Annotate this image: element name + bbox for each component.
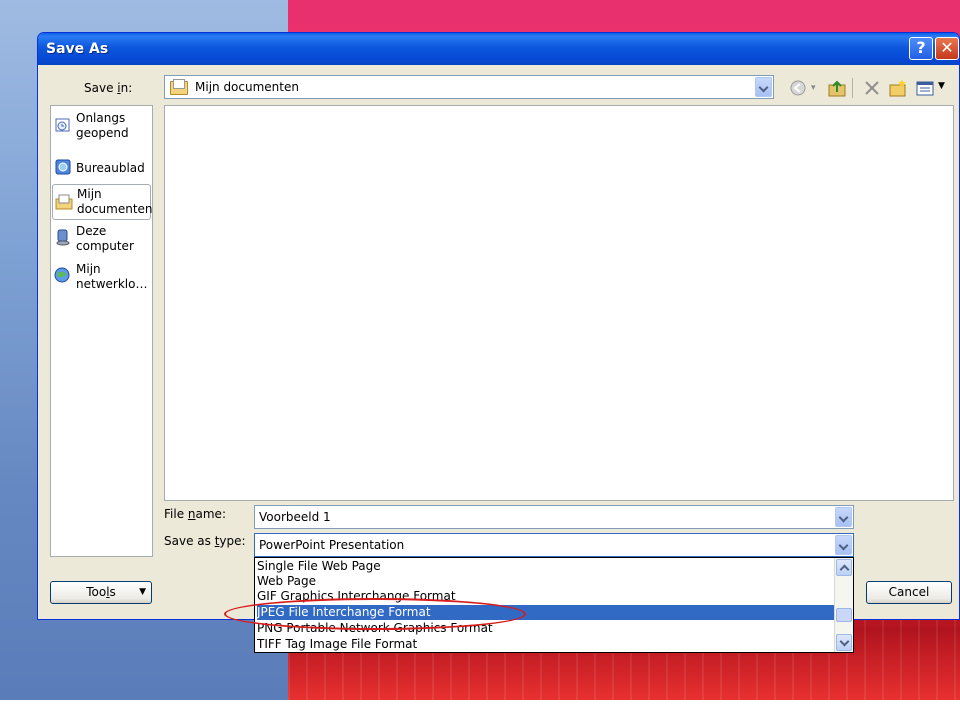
place-label: Deze computer <box>76 224 134 253</box>
chevron-down-icon[interactable] <box>755 77 772 97</box>
place-network[interactable]: Mijn netwerklo… <box>52 260 151 296</box>
highlight-annotation-ellipse <box>224 598 526 630</box>
save-as-type-select[interactable]: PowerPoint Presentation <box>254 533 854 557</box>
tools-button[interactable]: Tools ▼ <box>50 581 152 604</box>
cancel-button[interactable]: Cancel <box>866 581 952 604</box>
up-folder-icon[interactable] <box>827 78 847 98</box>
place-label: Bureaublad <box>76 161 145 175</box>
new-folder-icon[interactable] <box>888 78 908 98</box>
dropdown-option[interactable]: Single File Web Page <box>257 559 381 574</box>
my-documents-icon <box>55 194 73 210</box>
place-desktop[interactable]: Bureaublad <box>52 152 151 188</box>
desktop-icon <box>55 159 71 175</box>
help-button[interactable]: ? <box>909 37 933 60</box>
my-computer-icon <box>56 229 70 246</box>
tools-dropdown-icon: ▼ <box>139 587 146 597</box>
dropdown-scrollbar[interactable] <box>834 558 853 652</box>
toolbar-separator <box>852 78 853 98</box>
place-label: Onlangs geopend <box>76 111 129 140</box>
save-as-dialog: Save As ? ✕ Save in: Mijn documenten ▾ ▼ <box>37 32 960 620</box>
title-bar[interactable]: Save As ? ✕ <box>38 33 959 65</box>
scroll-thumb[interactable] <box>836 608 852 622</box>
dialog-title: Save As <box>46 41 109 57</box>
delete-icon[interactable] <box>862 78 882 98</box>
save-in-value: Mijn documenten <box>195 80 299 94</box>
scroll-down-icon[interactable] <box>836 634 852 651</box>
place-label: Mijn netwerklo… <box>76 262 148 291</box>
views-icon[interactable] <box>915 78 935 98</box>
back-dropdown-icon[interactable]: ▾ <box>811 83 816 93</box>
place-my-computer[interactable]: Deze computer <box>52 222 151 258</box>
places-bar: Onlangs geopend Bureaublad Mijn document… <box>50 105 153 557</box>
dropdown-option[interactable]: Web Page <box>257 574 316 589</box>
place-recent[interactable]: Onlangs geopend <box>52 109 151 145</box>
dropdown-option[interactable]: TIFF Tag Image File Format <box>257 637 417 652</box>
file-name-label: File name: <box>164 507 226 521</box>
chevron-down-icon[interactable] <box>835 507 852 527</box>
file-list[interactable] <box>164 105 954 501</box>
save-as-type-label: Save as type: <box>164 534 246 548</box>
save-in-label: Save in: <box>84 81 133 95</box>
close-button[interactable]: ✕ <box>935 37 959 60</box>
file-name-input[interactable]: Voorbeeld 1 <box>254 505 854 529</box>
views-dropdown-icon[interactable]: ▼ <box>938 81 945 91</box>
back-icon[interactable] <box>788 78 808 98</box>
desktop-background-bottom <box>0 700 960 720</box>
network-places-icon <box>54 267 70 283</box>
place-my-documents[interactable]: Mijn documenten <box>52 184 153 220</box>
save-in-combo[interactable]: Mijn documenten <box>164 75 774 99</box>
recent-documents-icon <box>55 118 70 132</box>
file-name-value: Voorbeeld 1 <box>259 510 331 524</box>
folder-icon <box>170 79 188 95</box>
place-label: Mijn documenten <box>77 187 153 216</box>
scroll-up-icon[interactable] <box>836 559 852 576</box>
chevron-down-icon[interactable] <box>835 535 852 555</box>
save-as-type-value: PowerPoint Presentation <box>259 538 405 552</box>
